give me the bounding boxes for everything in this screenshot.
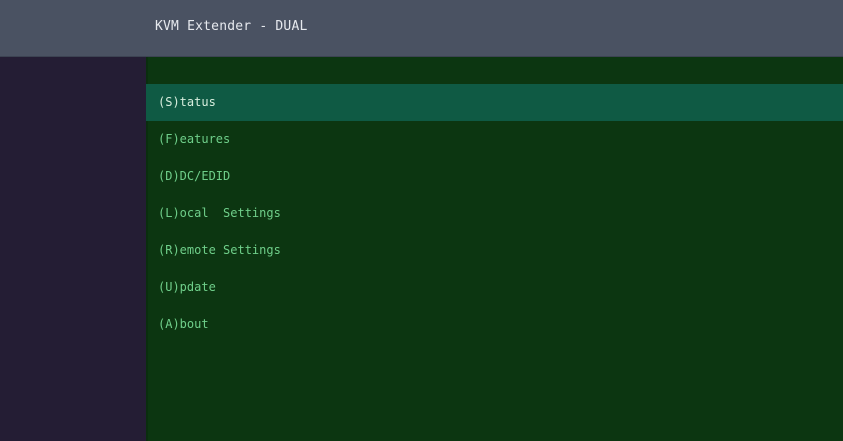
menu-item-remote-settings[interactable]: (R)emote Settings — [146, 232, 843, 269]
title-bar: KVM Extender - DUAL — [0, 0, 843, 57]
menu-item-about[interactable]: (A)bout — [146, 306, 843, 343]
main-menu: (S)tatus (F)eatures (D)DC/EDID (L)ocal S… — [146, 84, 843, 343]
main-menu-panel: (S)tatus (F)eatures (D)DC/EDID (L)ocal S… — [146, 57, 843, 441]
menu-item-local-settings[interactable]: (L)ocal Settings — [146, 195, 843, 232]
window-title: KVM Extender - DUAL — [155, 19, 308, 34]
left-panel — [0, 57, 146, 441]
menu-item-features[interactable]: (F)eatures — [146, 121, 843, 158]
menu-item-update[interactable]: (U)pdate — [146, 269, 843, 306]
menu-item-status[interactable]: (S)tatus — [146, 84, 843, 121]
kvm-config-screen: KVM Extender - DUAL (S)tatus (F)eatures … — [0, 0, 843, 441]
menu-item-ddc-edid[interactable]: (D)DC/EDID — [146, 158, 843, 195]
